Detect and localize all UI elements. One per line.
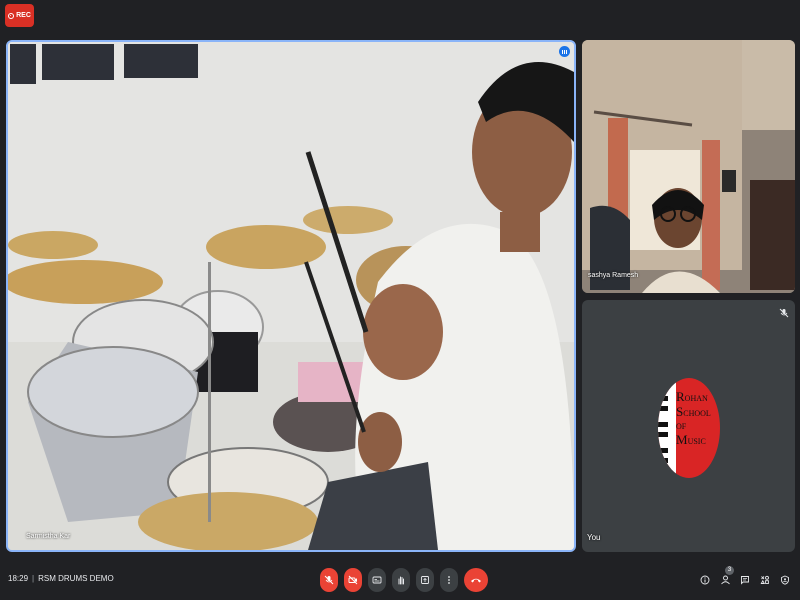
info-button[interactable] [698,572,712,588]
meeting-title: RSM DRUMS DEMO [38,574,114,583]
call-end-icon [471,578,481,583]
participant-name: Sarmistha Kar [26,533,71,540]
recording-indicator[interactable]: REC [5,4,34,27]
participant-name: You [587,533,601,542]
participant-video-frame [582,40,795,293]
participant-tile-sashya[interactable]: sashya Ramesh [582,40,795,293]
info-icon [700,575,710,585]
meeting-toolbar: 18:29 | RSM DRUMS DEMO 3 [0,560,800,600]
main-video-tile[interactable]: Sarmistha Kar [6,40,576,552]
more-vert-icon [448,576,450,584]
separator: | [32,574,35,583]
chat-icon [741,576,749,585]
present-icon [421,576,429,584]
mic-off-icon [779,308,789,318]
call-controls [320,568,488,592]
captions-button[interactable] [368,568,386,592]
camera-toggle-button[interactable] [344,568,362,592]
raise-hand-button[interactable] [392,568,410,592]
present-button[interactable] [416,568,434,592]
mic-toggle-button[interactable] [320,568,338,592]
drummer-video-frame [8,42,574,550]
more-options-button[interactable] [440,568,458,592]
record-icon [8,12,15,19]
host-controls-button[interactable] [778,572,792,588]
recording-label: REC [16,12,31,19]
people-button[interactable]: 3 [718,566,734,588]
avatar-logo: ROHAN SCHOOL OF MUSIC [658,378,720,478]
logo-text: ROHAN SCHOOL OF MUSIC [676,389,711,447]
side-panel-buttons: 3 [698,566,792,588]
participant-tile-you[interactable]: ROHAN SCHOOL OF MUSIC You [582,300,795,552]
meeting-info: 18:29 | RSM DRUMS DEMO [8,574,114,583]
activities-button[interactable] [758,572,772,588]
mic-off-icon [324,575,334,585]
leave-call-button[interactable] [464,568,488,592]
chat-button[interactable] [738,572,752,588]
activities-icon [760,575,769,584]
captions-icon [372,576,382,584]
speaking-indicator-icon [559,46,570,57]
shield-icon [781,575,789,585]
meeting-time: 18:29 [8,574,29,583]
hand-icon [398,576,404,585]
camera-off-icon [348,575,358,585]
participant-name: sashya Ramesh [588,272,639,279]
people-icon [720,575,730,585]
participant-count-badge: 3 [725,566,734,575]
piano-keys-graphic [658,378,676,478]
